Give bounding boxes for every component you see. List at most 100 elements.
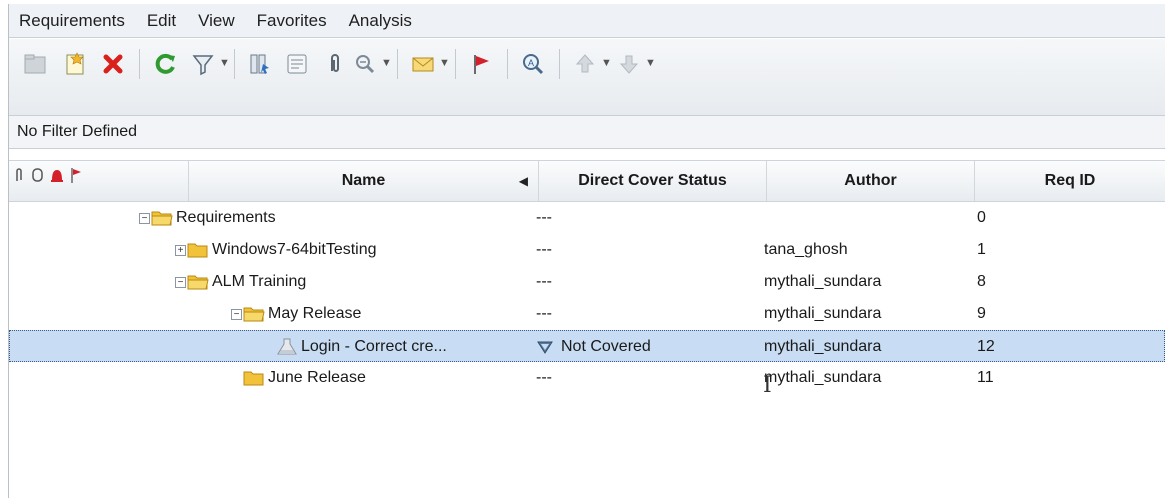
not-covered-status-icon — [537, 339, 553, 355]
tree-row-selected[interactable]: Login - Correct cre... Not Covered mytha… — [9, 330, 1165, 362]
new-folder-button[interactable] — [19, 48, 51, 80]
menu-view[interactable]: View — [198, 11, 235, 31]
sort-arrow-icon[interactable]: ◀ — [519, 174, 528, 188]
grid-header: Name ◀ Direct Cover Status Author Req ID — [9, 160, 1165, 202]
filter-status-bar: No Filter Defined — [9, 116, 1165, 149]
status-cell: --- — [536, 305, 552, 322]
author-cell: mythali_sundara — [764, 273, 882, 290]
name-cell[interactable]: − May Release — [231, 298, 361, 330]
name-cell[interactable]: Login - Correct cre... — [276, 331, 447, 363]
flag-indicator-icon — [71, 168, 81, 183]
toolbar: ▼ ▼ ▼ A ▼ ▼ — [9, 39, 1165, 116]
filter-status-text: No Filter Defined — [17, 123, 138, 140]
collapse-toggle[interactable]: − — [231, 308, 242, 320]
toolbar-separator — [507, 49, 508, 79]
envelope-icon — [412, 57, 434, 72]
folder-open-icon — [151, 209, 173, 227]
tree-row[interactable]: − ALM Training --- mythali_sundara 8 — [9, 266, 1165, 298]
author-cell: tana_ghosh — [764, 241, 848, 258]
folder-icon — [243, 369, 265, 387]
arrow-down-icon — [619, 55, 639, 74]
indicator-column-header[interactable] — [9, 161, 189, 201]
search-icon: A — [523, 54, 544, 75]
name-cell[interactable]: − ALM Training — [175, 266, 306, 298]
status-text: Not Covered — [561, 338, 651, 355]
paperclip-icon — [331, 54, 339, 72]
delete-button[interactable] — [97, 48, 129, 80]
req-id-cell: 1 — [977, 241, 986, 258]
requirement-name: May Release — [268, 305, 362, 322]
linked-defects-indicator-icon — [32, 168, 43, 182]
new-requirement-button[interactable] — [59, 48, 91, 80]
tree-row[interactable]: − May Release --- mythali_sundara 9 — [9, 298, 1165, 330]
select-columns-icon — [250, 54, 269, 74]
requirements-module: Requirements Edit View Favorites Analysi… — [8, 4, 1165, 498]
tree-row[interactable]: + Windows7-64bitTesting --- tana_ghosh 1 — [9, 234, 1165, 266]
author-cell: mythali_sundara — [764, 305, 882, 322]
svg-text:A: A — [528, 58, 534, 68]
attachments-button[interactable] — [319, 48, 351, 80]
zoom-icon — [356, 55, 375, 74]
details-button[interactable] — [281, 48, 313, 80]
zoom-dropdown-icon[interactable]: ▼ — [381, 57, 392, 69]
toolbar-separator — [397, 49, 398, 79]
req-id-column-header[interactable]: Req ID — [975, 161, 1165, 201]
req-id-cell: 0 — [977, 209, 986, 226]
zoom-button[interactable] — [349, 48, 381, 80]
folder-icon — [187, 241, 209, 259]
email-dropdown-icon[interactable]: ▼ — [439, 57, 450, 69]
direct-cover-status-column-label: Direct Cover Status — [578, 172, 727, 189]
name-cell[interactable]: June Release — [243, 362, 366, 394]
expand-toggle[interactable]: + — [175, 244, 186, 256]
flag-button[interactable] — [465, 48, 497, 80]
menu-analysis[interactable]: Analysis — [349, 11, 412, 31]
requirement-name: June Release — [268, 369, 366, 386]
req-id-cell: 11 — [977, 369, 994, 386]
collapse-toggle[interactable]: − — [175, 276, 186, 288]
collapse-toggle[interactable]: − — [139, 212, 150, 224]
refresh-button[interactable] — [149, 48, 181, 80]
search-button[interactable]: A — [517, 48, 549, 80]
details-icon — [287, 54, 307, 74]
toolbar-separator — [559, 49, 560, 79]
requirement-name: Windows7-64bitTesting — [212, 241, 377, 258]
req-id-column-label: Req ID — [1044, 172, 1096, 189]
tree-row[interactable]: June Release --- mythali_sundara 11 — [9, 362, 1165, 394]
name-cell[interactable]: + Windows7-64bitTesting — [175, 234, 377, 266]
status-cell: --- — [536, 369, 552, 386]
move-down-button[interactable] — [613, 48, 645, 80]
move-up-button[interactable] — [569, 48, 601, 80]
menu-requirements[interactable]: Requirements — [19, 11, 125, 31]
name-column-header[interactable]: Name ◀ — [189, 161, 539, 201]
toolbar-separator — [455, 49, 456, 79]
menu-bar: Requirements Edit View Favorites Analysi… — [9, 4, 1165, 38]
author-column-header[interactable]: Author — [767, 161, 975, 201]
attachment-indicator-icon — [16, 168, 22, 181]
name-cell[interactable]: − Requirements — [139, 202, 276, 234]
requirement-name: Login - Correct cre... — [301, 338, 447, 355]
delete-icon — [103, 54, 123, 74]
req-id-cell: 8 — [977, 273, 986, 290]
direct-cover-status-column-header[interactable]: Direct Cover Status — [539, 161, 767, 201]
menu-favorites[interactable]: Favorites — [257, 11, 327, 31]
status-cell: --- — [536, 241, 552, 258]
select-columns-button[interactable] — [244, 48, 276, 80]
requirement-flask-icon — [276, 338, 298, 356]
new-requirement-icon — [66, 52, 84, 75]
author-cell: mythali_sundara — [764, 338, 882, 355]
move-down-dropdown-icon[interactable]: ▼ — [645, 57, 656, 69]
menu-edit[interactable]: Edit — [147, 11, 176, 31]
move-up-dropdown-icon[interactable]: ▼ — [601, 57, 612, 69]
name-column-label: Name — [341, 172, 386, 189]
filter-button[interactable] — [187, 48, 219, 80]
text-cursor-icon: I — [763, 373, 772, 398]
author-cell: mythali_sundara — [764, 369, 882, 386]
folder-open-icon — [187, 273, 209, 291]
filter-dropdown-icon[interactable]: ▼ — [219, 57, 230, 69]
tree-row[interactable]: − Requirements --- 0 — [9, 202, 1165, 234]
toolbar-separator — [139, 49, 140, 79]
status-cell: --- — [536, 273, 552, 290]
send-email-button[interactable] — [407, 48, 439, 80]
req-id-cell: 9 — [977, 305, 986, 322]
arrow-up-icon — [575, 54, 595, 73]
